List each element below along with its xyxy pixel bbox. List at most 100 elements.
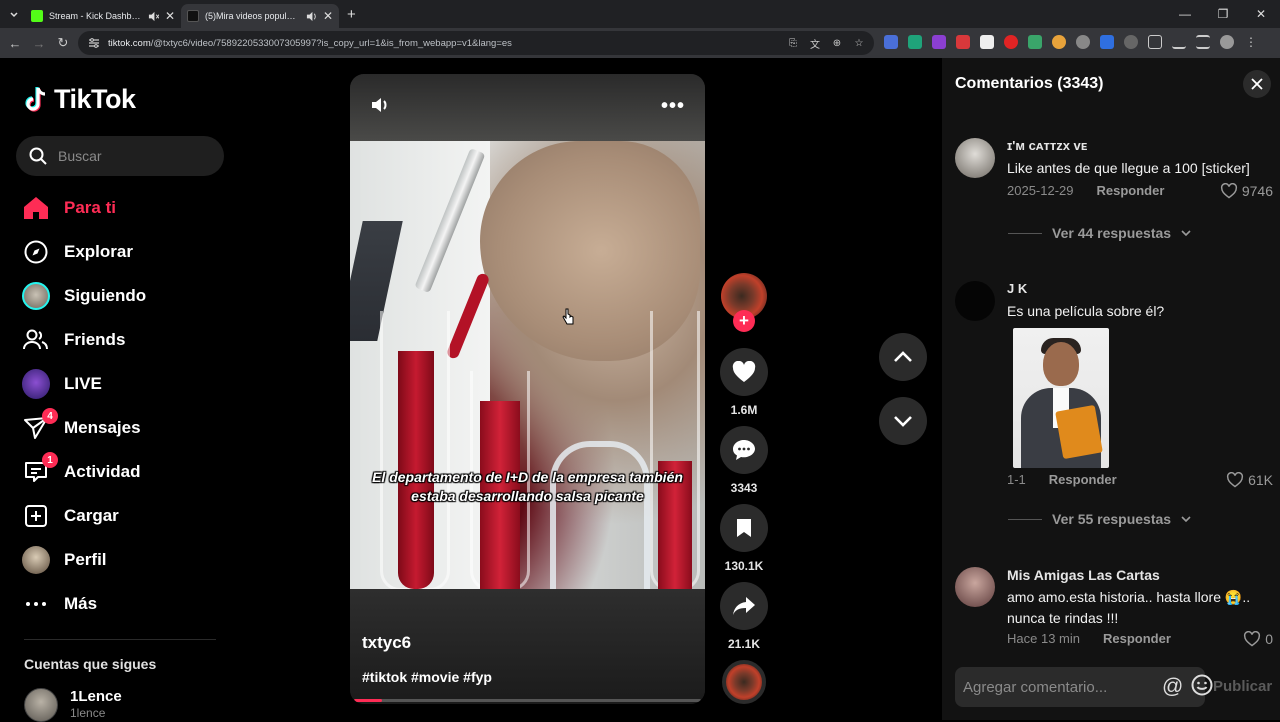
bookmark-star-icon[interactable]: ☆ <box>852 36 866 50</box>
previous-video-button[interactable] <box>879 333 927 381</box>
like-count: 1.6M <box>730 403 758 417</box>
extension-2-icon[interactable] <box>908 35 922 49</box>
following-account[interactable]: 1Lence 1lence <box>24 688 122 722</box>
comment-like-button[interactable]: 0 <box>1243 631 1273 647</box>
mention-icon[interactable]: @ <box>1162 675 1183 699</box>
sidebar-item-actividad[interactable]: 1 Actividad <box>22 452 141 488</box>
sidebar-item-explorar[interactable]: Explorar <box>22 236 133 268</box>
video-player[interactable]: El departamento de I+D de la empresa tam… <box>350 74 705 704</box>
chevron-down-icon <box>1181 516 1191 522</box>
close-window-icon[interactable]: ✕ <box>1242 0 1280 28</box>
more-options-icon[interactable]: ••• <box>661 95 685 118</box>
comment-avatar[interactable] <box>955 281 995 321</box>
share-button[interactable] <box>720 582 768 630</box>
comment-avatar[interactable] <box>955 138 995 178</box>
browser-tab-kick[interactable]: Stream - Kick Dashboard ✕ <box>25 4 181 28</box>
sidebar-item-perfil[interactable]: Perfil <box>22 544 107 576</box>
comment-avatar[interactable] <box>955 567 995 607</box>
sidebar-item-cargar[interactable]: Cargar <box>22 500 119 532</box>
volume-icon[interactable] <box>370 95 390 120</box>
zoom-icon[interactable]: ⊕ <box>830 36 844 50</box>
extension-8-icon[interactable] <box>1052 35 1066 49</box>
close-icon <box>1251 78 1263 90</box>
comment-text: amo amo.esta historia.. hasta llore 😭.. … <box>1007 589 1251 626</box>
browser-tab-tiktok[interactable]: (5)Mira videos populares se ✕ <box>181 4 339 28</box>
extension-6-icon[interactable] <box>1004 35 1018 49</box>
upload-icon <box>22 502 50 530</box>
comment-date: 1-1 <box>1007 472 1026 487</box>
tiktok-logo[interactable]: TikTok <box>24 84 136 115</box>
search-bar[interactable]: Buscar <box>16 136 224 176</box>
url-domain: tiktok.com <box>108 37 151 49</box>
comment-username[interactable]: ɪ'ᴍ ᴄᴀᴛᴛᴢx ᴠᴇ <box>1007 138 1273 153</box>
close-tab-icon[interactable]: ✕ <box>165 9 175 23</box>
comment-button[interactable] <box>720 426 768 474</box>
new-tab-button[interactable]: + <box>347 6 356 23</box>
heart-outline-icon <box>1220 183 1237 199</box>
reply-button[interactable]: Responder <box>1103 631 1171 649</box>
browser-toolbar: ← → ↻ tiktok.com/@txtyc6/video/758922053… <box>0 28 1280 58</box>
view-replies-button[interactable]: Ver 44 respuestas <box>1008 225 1191 241</box>
back-icon[interactable]: ← <box>3 31 27 55</box>
extension-10-icon[interactable] <box>1100 35 1114 49</box>
extension-4-icon[interactable] <box>956 35 970 49</box>
inbox-icon: 1 <box>22 452 58 486</box>
minimize-icon[interactable]: — <box>1166 0 1204 28</box>
reply-button[interactable]: Responder <box>1049 472 1117 490</box>
media-controls-icon[interactable] <box>1196 35 1210 49</box>
video-progress-bar[interactable] <box>354 699 701 702</box>
tiktok-note-icon <box>25 86 46 112</box>
messages-badge: 4 <box>42 408 58 424</box>
profile-avatar-icon[interactable] <box>1220 35 1234 49</box>
video-hashtags[interactable]: #tiktok #movie #fyp <box>362 669 492 685</box>
sidebar-item-siguiendo[interactable]: Siguiendo <box>22 280 146 312</box>
close-comments-button[interactable] <box>1243 70 1271 98</box>
heart-icon <box>732 361 756 382</box>
video-author[interactable]: txtyc6 <box>362 633 411 653</box>
sidebar-item-mensajes[interactable]: 4 Mensajes <box>22 408 141 444</box>
extensions-puzzle-icon[interactable] <box>1148 35 1162 49</box>
extension-3-icon[interactable] <box>932 35 946 49</box>
extension-1-icon[interactable] <box>884 35 898 49</box>
sidebar-item-mas[interactable]: Más <box>22 588 97 620</box>
download-icon[interactable] <box>1172 35 1186 49</box>
comment-like-button[interactable]: 61K <box>1226 472 1273 488</box>
comment-username[interactable]: Mis Amigas Las Cartas <box>1007 567 1273 583</box>
music-disc-icon[interactable] <box>722 660 766 704</box>
site-info-icon[interactable] <box>88 37 100 49</box>
post-comment-button[interactable]: Publicar <box>1213 678 1272 695</box>
extension-7-icon[interactable] <box>1028 35 1042 49</box>
comment-input-bar: @ <box>955 667 1213 707</box>
next-video-button[interactable] <box>879 397 927 445</box>
muted-speaker-icon[interactable] <box>148 11 159 22</box>
emoji-icon[interactable] <box>1191 674 1213 701</box>
compass-icon <box>22 238 50 266</box>
address-bar[interactable]: tiktok.com/@txtyc6/video/758922053300730… <box>78 31 874 55</box>
reply-button[interactable]: Responder <box>1097 183 1165 201</box>
save-button[interactable] <box>720 504 768 552</box>
sidebar-item-friends[interactable]: Friends <box>22 324 125 356</box>
sidebar-item-live[interactable]: LIVE <box>22 368 102 400</box>
browser-menu-icon[interactable]: ⋮ <box>1244 35 1258 49</box>
sidebar-item-para-ti[interactable]: Para ti <box>22 192 116 224</box>
home-icon <box>22 194 50 222</box>
comment-input[interactable] <box>963 678 1162 696</box>
extension-9-icon[interactable] <box>1076 35 1090 49</box>
forward-icon[interactable]: → <box>27 31 51 55</box>
tab-search-button[interactable] <box>3 3 25 25</box>
view-replies-button[interactable]: Ver 55 respuestas <box>1008 511 1191 527</box>
extension-11-icon[interactable] <box>1124 35 1138 49</box>
reload-icon[interactable]: ↻ <box>51 31 75 55</box>
comment-like-button[interactable]: 9746 <box>1220 183 1273 199</box>
translate-icon[interactable]: 文 <box>808 36 822 51</box>
comment-sticker-image[interactable] <box>1013 328 1109 468</box>
restore-icon[interactable]: ❐ <box>1204 0 1242 28</box>
extension-5-icon[interactable] <box>980 35 994 49</box>
speaker-icon[interactable] <box>306 11 317 22</box>
install-app-icon[interactable]: ⎘ <box>786 36 800 50</box>
comment-username[interactable]: J K <box>1007 281 1273 296</box>
follow-plus-button[interactable]: + <box>733 310 755 332</box>
close-tab-icon[interactable]: ✕ <box>323 9 333 23</box>
video-frame[interactable]: El departamento de I+D de la empresa tam… <box>350 141 705 589</box>
like-button[interactable] <box>720 348 768 396</box>
